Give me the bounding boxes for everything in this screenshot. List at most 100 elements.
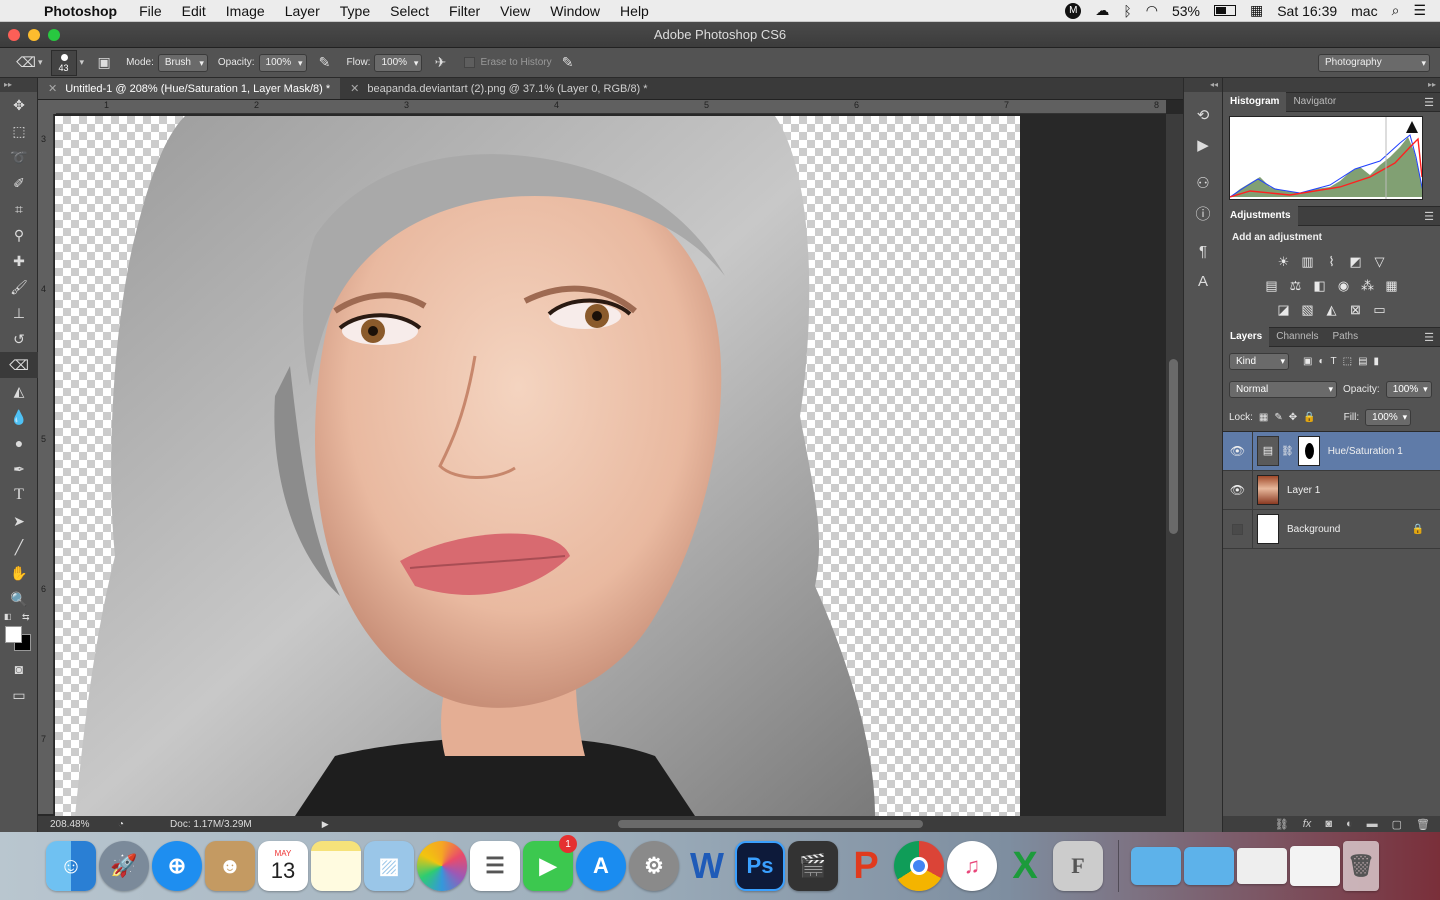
lock-transparent-icon[interactable]: ▦: [1259, 412, 1268, 423]
dock-excel[interactable]: X: [1000, 841, 1050, 891]
dock-font-book[interactable]: F: [1053, 841, 1103, 891]
dock-chrome[interactable]: [894, 841, 944, 891]
info-panel-icon[interactable]: ⓘ: [1184, 198, 1222, 228]
screen-mode-icon[interactable]: ▭: [0, 682, 38, 708]
quick-mask-icon[interactable]: ◙: [0, 656, 38, 682]
visibility-eye-icon[interactable]: 👁: [1223, 431, 1253, 471]
battery-percent[interactable]: 53%: [1172, 3, 1200, 19]
zoom-level[interactable]: 208.48%: [50, 819, 104, 830]
dock-reminders[interactable]: ☰: [470, 841, 520, 891]
layer-lock-icon[interactable]: 🔒: [1412, 524, 1424, 535]
eyedropper-tool-icon[interactable]: ⚲: [0, 222, 38, 248]
eraser-tool-icon[interactable]: ⌫: [0, 352, 38, 378]
status-info-icon[interactable]: ◔: [118, 819, 124, 830]
vertical-scroll-thumb[interactable]: [1169, 359, 1178, 534]
menu-file[interactable]: File: [129, 3, 172, 19]
airbrush-icon[interactable]: ✈: [428, 52, 452, 74]
channel-mixer-icon[interactable]: ⁂: [1359, 277, 1377, 295]
menu-select[interactable]: Select: [380, 3, 439, 19]
brush-picker-dropdown-icon[interactable]: ▾: [80, 57, 85, 68]
filter-smart-object-icon[interactable]: ▤: [1358, 356, 1367, 367]
dock-system-preferences[interactable]: ⚙: [629, 841, 679, 891]
foreground-color-swatch[interactable]: [5, 626, 22, 643]
fill-field[interactable]: 100%: [1365, 408, 1412, 426]
filter-adjustment-icon[interactable]: ◐: [1318, 356, 1324, 367]
black-white-icon[interactable]: ◧: [1311, 277, 1329, 295]
history-panel-icon[interactable]: ⟲: [1184, 100, 1222, 130]
pen-tool-icon[interactable]: ✒: [0, 456, 38, 482]
dock-notes[interactable]: [311, 841, 361, 891]
invert-icon[interactable]: ◪: [1275, 301, 1293, 319]
posterize-icon[interactable]: ▧: [1299, 301, 1317, 319]
layer-kind-filter[interactable]: Kind: [1229, 352, 1289, 370]
vertical-scrollbar[interactable]: [1166, 114, 1183, 832]
tablet-pressure-opacity-icon[interactable]: ✎: [313, 52, 337, 74]
color-lookup-icon[interactable]: ▦: [1383, 277, 1401, 295]
selective-color-icon[interactable]: ⊠: [1347, 301, 1365, 319]
mode-select[interactable]: Brush: [157, 53, 208, 72]
color-balance-icon[interactable]: ⚖: [1287, 277, 1305, 295]
menu-edit[interactable]: Edit: [172, 3, 216, 19]
user-name[interactable]: mac: [1351, 3, 1377, 19]
photo-filter-icon[interactable]: ◉: [1335, 277, 1353, 295]
menu-app-name[interactable]: Photoshop: [40, 3, 129, 19]
tab-untitled-1[interactable]: ✕ Untitled-1 @ 208% (Hue/Saturation 1, L…: [38, 78, 341, 99]
paragraph-styles-panel-icon[interactable]: ¶: [1184, 236, 1222, 266]
wifi-icon[interactable]: ◠: [1146, 2, 1158, 19]
marquee-tool-icon[interactable]: ⬚: [0, 118, 38, 144]
dock-itunes[interactable]: ♫: [947, 841, 997, 891]
dock-preview[interactable]: ▨: [364, 841, 414, 891]
zoom-window-button[interactable]: [48, 29, 60, 41]
path-selection-tool-icon[interactable]: ➤: [0, 508, 38, 534]
lock-position-icon[interactable]: ✥: [1289, 412, 1297, 423]
tab-navigator[interactable]: Navigator: [1286, 92, 1343, 112]
spotlight-icon[interactable]: ⌕: [1392, 2, 1400, 19]
dock-contacts[interactable]: ☻: [205, 841, 255, 891]
menu-window[interactable]: Window: [540, 3, 610, 19]
tab-paths[interactable]: Paths: [1326, 327, 1366, 347]
brush-panel-toggle-icon[interactable]: ▣: [92, 52, 116, 74]
dock-facetime[interactable]: ▶ 1: [523, 835, 577, 891]
menu-type[interactable]: Type: [330, 3, 380, 19]
dock-trash[interactable]: 🗑: [1343, 841, 1379, 891]
visibility-eye-icon[interactable]: 👁: [1223, 470, 1253, 510]
dock-finder[interactable]: ☺: [46, 841, 96, 891]
horizontal-ruler[interactable]: 1 2 3 4 5 6 7 8: [56, 100, 1166, 114]
line-tool-icon[interactable]: ╱: [0, 534, 38, 560]
horizontal-scroll-thumb[interactable]: [618, 820, 923, 828]
crop-tool-icon[interactable]: ⌗: [0, 196, 38, 222]
tab-channels[interactable]: Channels: [1269, 327, 1325, 347]
vertical-ruler[interactable]: 3 4 5 6 7: [38, 114, 54, 814]
default-colors-icon[interactable]: ◧: [4, 612, 12, 621]
brush-tool-icon[interactable]: 🖌: [0, 274, 38, 300]
eraser-tool-preset-icon[interactable]: ⌫: [14, 52, 38, 74]
close-tab-icon[interactable]: ✕: [350, 78, 359, 100]
add-mask-icon[interactable]: ◙: [1325, 818, 1332, 830]
bluetooth-icon[interactable]: ᛒ: [1123, 3, 1131, 19]
opacity-field[interactable]: 100%: [258, 53, 307, 72]
lock-pixels-icon[interactable]: ✎: [1274, 412, 1282, 423]
dock-photoshop[interactable]: Ps: [735, 841, 785, 891]
clock[interactable]: Sat 16:39: [1277, 3, 1337, 19]
paint-bucket-tool-icon[interactable]: ◭: [0, 378, 38, 404]
tablet-pressure-size-icon[interactable]: ✎: [556, 52, 580, 74]
malwarebytes-icon[interactable]: M: [1065, 2, 1082, 19]
tab-beapanda[interactable]: ✕ beapanda.deviantart (2).png @ 37.1% (L…: [340, 78, 657, 99]
panel-menu-icon[interactable]: ☰: [1424, 331, 1440, 344]
brightness-contrast-icon[interactable]: ☀: [1275, 253, 1293, 271]
layer-row[interactable]: 👁 ▤ ⛓ Hue/Saturation 1: [1223, 431, 1440, 471]
actions-panel-icon[interactable]: ▶: [1184, 130, 1222, 160]
type-tool-icon[interactable]: T: [0, 482, 38, 508]
lock-all-icon[interactable]: 🔒: [1303, 412, 1315, 423]
status-menu-arrow-icon[interactable]: ▶: [322, 819, 329, 830]
menu-filter[interactable]: Filter: [439, 3, 490, 19]
dodge-tool-icon[interactable]: ●: [0, 430, 38, 456]
move-tool-icon[interactable]: ✥: [0, 92, 38, 118]
exposure-icon[interactable]: ◩: [1347, 253, 1365, 271]
preset-dropdown-icon[interactable]: ▾: [38, 57, 43, 68]
filter-type-icon[interactable]: T: [1331, 356, 1337, 367]
levels-icon[interactable]: ▥: [1299, 253, 1317, 271]
tab-layers[interactable]: Layers: [1223, 327, 1270, 347]
new-layer-icon[interactable]: ▢: [1392, 818, 1402, 831]
menu-layer[interactable]: Layer: [275, 3, 330, 19]
